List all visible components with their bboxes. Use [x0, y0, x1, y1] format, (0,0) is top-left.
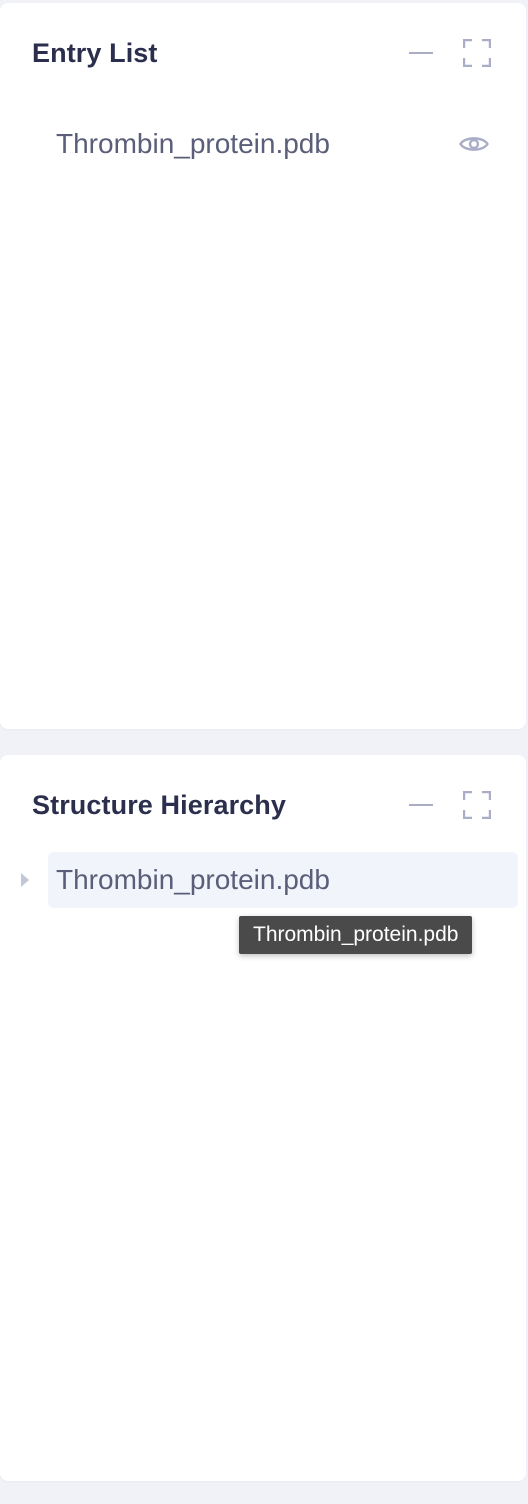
structure-hierarchy-header: Structure Hierarchy	[32, 783, 492, 827]
entry-list-actions	[406, 38, 492, 68]
entry-list-panel: Entry List Thrombin_protein.pdb	[0, 3, 526, 729]
structure-hierarchy-actions	[406, 790, 492, 820]
fullscreen-icon[interactable]	[462, 790, 492, 820]
entry-list-title: Entry List	[32, 37, 158, 68]
tree-node-label: Thrombin_protein.pdb	[56, 864, 330, 895]
minimize-icon[interactable]	[406, 38, 436, 68]
entry-item-label: Thrombin_protein.pdb	[56, 128, 330, 159]
fullscreen-icon[interactable]	[462, 38, 492, 68]
entry-list-item[interactable]: Thrombin_protein.pdb	[48, 116, 496, 172]
minimize-icon[interactable]	[406, 790, 436, 820]
caret-right-icon[interactable]	[18, 871, 32, 889]
eye-icon[interactable]	[458, 128, 490, 160]
tooltip: Thrombin_protein.pdb	[239, 916, 473, 954]
entry-list-header: Entry List	[32, 31, 492, 75]
tree-node-row[interactable]: Thrombin_protein.pdb	[48, 852, 518, 908]
structure-hierarchy-panel: Structure Hierarchy Thrombin_protein.pdb	[0, 755, 526, 1481]
structure-hierarchy-title: Structure Hierarchy	[32, 789, 286, 820]
